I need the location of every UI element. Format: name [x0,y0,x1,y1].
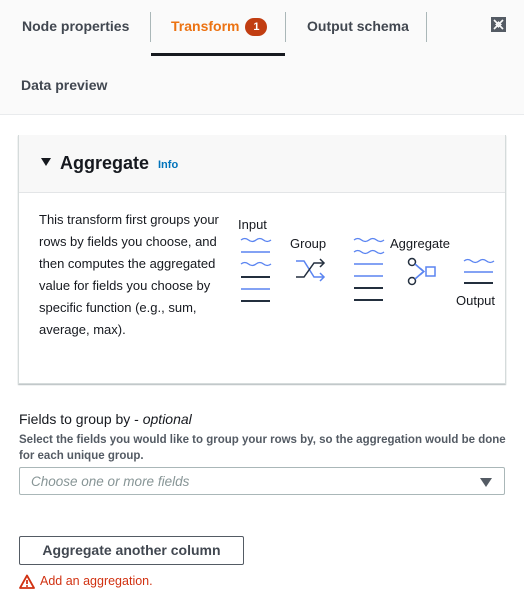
aggregate-merge-icon [407,257,436,286]
tab-bar: Node properties Transform 1 Output schema… [0,0,524,115]
output-rows-icon [463,258,495,284]
error-count-badge: 1 [245,18,268,36]
diagram-aggregate-label: Aggregate [390,236,450,251]
panel-header[interactable]: Aggregate Info [19,135,505,193]
tab-label: Node properties [22,18,130,34]
info-link[interactable]: Info [158,159,178,171]
tab-label: Data preview [21,77,108,93]
tab-data-preview[interactable]: Data preview [21,77,107,93]
diagram-output-label: Output [456,293,496,308]
caret-down-icon[interactable] [41,158,51,166]
aggregate-another-column-button[interactable]: Aggregate another column [19,536,244,565]
group-by-description: Select the fields you would like to grou… [19,434,506,462]
tab-separator [426,12,427,42]
error-message: Add an aggregation. [40,574,153,588]
tab-output-schema[interactable]: Output schema [307,18,409,34]
tab-label: Output schema [307,18,409,34]
group-by-label: Fields to group by - optional [19,411,192,427]
tab-label: Transform [171,18,240,34]
diagram-input-label: Input [238,217,267,232]
group-by-select[interactable]: Choose one or more fields [19,467,505,495]
input-rows-icon [240,237,272,302]
optional-label: optional [142,411,192,427]
diagram-group-label: Group [290,236,327,251]
group-by-label-text: Fields to group by - [19,411,143,427]
grouped-rows-icon [353,237,385,301]
warning-icon [19,574,35,589]
caret-down-icon [480,478,492,487]
transform-description: This transform first groups your rows by… [39,212,219,337]
shuffle-icon [296,258,326,282]
panel-title[interactable]: Aggregate [60,153,149,174]
validation-error: Add an aggregation. [19,573,153,589]
tab-node-properties[interactable]: Node properties [22,18,129,34]
tab-separator [285,12,286,42]
tab-separator [150,12,151,42]
tab-transform[interactable]: Transform 1 [171,18,268,36]
active-tab-indicator [151,53,285,56]
select-placeholder: Choose one or more fields [31,474,190,489]
aggregate-panel: Aggregate Info This transform first grou… [18,135,506,384]
expand-icon[interactable] [491,17,506,32]
